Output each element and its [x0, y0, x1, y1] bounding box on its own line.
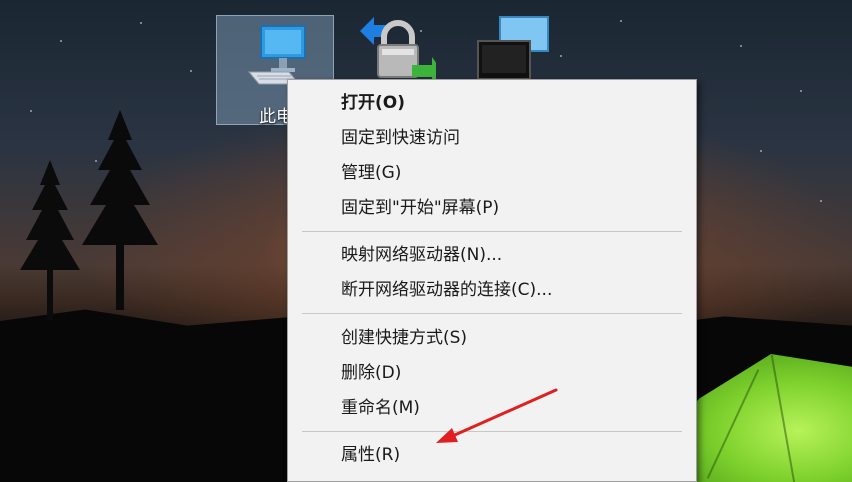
- red-arrow-annotation: [436, 388, 558, 443]
- desktop-background: 此电 打开(O) 固定到快速访问 管理(G) 固定到"开始"屏幕(P) 映射网络…: [0, 0, 852, 482]
